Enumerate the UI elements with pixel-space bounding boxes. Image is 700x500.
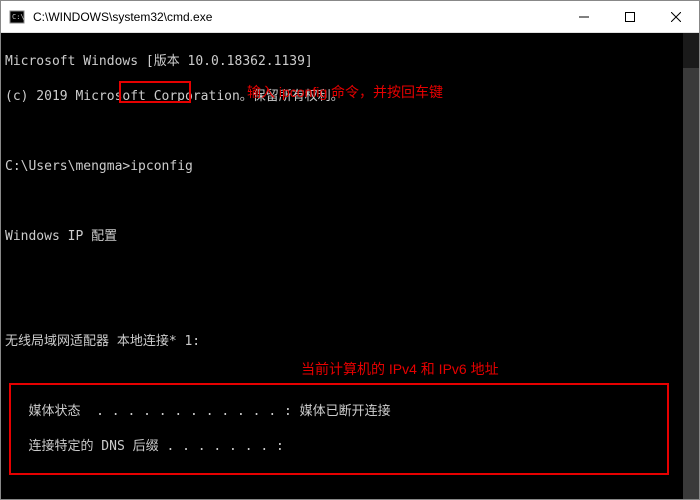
adapter1-dns: 连接特定的 DNS 后缀 . . . . . . . : xyxy=(5,438,695,456)
cmd-window: C:\ C:\WINDOWS\system32\cmd.exe Microsof… xyxy=(0,0,700,500)
terminal-body[interactable]: Microsoft Windows [版本 10.0.18362.1139] (… xyxy=(1,33,699,499)
blank xyxy=(5,193,695,211)
annotation-text-command: 输入 ipconfig 命令，并按回车键 xyxy=(247,84,443,102)
titlebar[interactable]: C:\ C:\WINDOWS\system32\cmd.exe xyxy=(1,1,699,33)
window-title: C:\WINDOWS\system32\cmd.exe xyxy=(33,10,561,24)
adapter1-title: 无线局域网适配器 本地连接* 1: xyxy=(5,333,695,351)
blank xyxy=(5,263,695,281)
maximize-button[interactable] xyxy=(607,1,653,33)
annotation-text-result: 当前计算机的 IPv4 和 IPv6 地址 xyxy=(301,361,499,379)
svg-text:C:\: C:\ xyxy=(12,13,25,21)
scrollbar-thumb[interactable] xyxy=(683,68,699,499)
cmd-icon: C:\ xyxy=(9,9,25,25)
typed-command: ipconfig xyxy=(130,159,193,174)
ip-config-header: Windows IP 配置 xyxy=(5,228,695,246)
prompt-path: C:\Users\mengma> xyxy=(5,159,130,174)
blank xyxy=(5,298,695,316)
prompt-line-1: C:\Users\mengma>ipconfig xyxy=(5,158,695,176)
window-controls xyxy=(561,1,699,33)
close-button[interactable] xyxy=(653,1,699,33)
blank xyxy=(5,473,695,491)
adapter1-media: 媒体状态 . . . . . . . . . . . . : 媒体已断开连接 xyxy=(5,403,695,421)
version-line: Microsoft Windows [版本 10.0.18362.1139] xyxy=(5,53,695,71)
annotation-box-result xyxy=(9,383,669,475)
scrollbar[interactable] xyxy=(683,33,699,499)
minimize-button[interactable] xyxy=(561,1,607,33)
blank xyxy=(5,123,695,141)
